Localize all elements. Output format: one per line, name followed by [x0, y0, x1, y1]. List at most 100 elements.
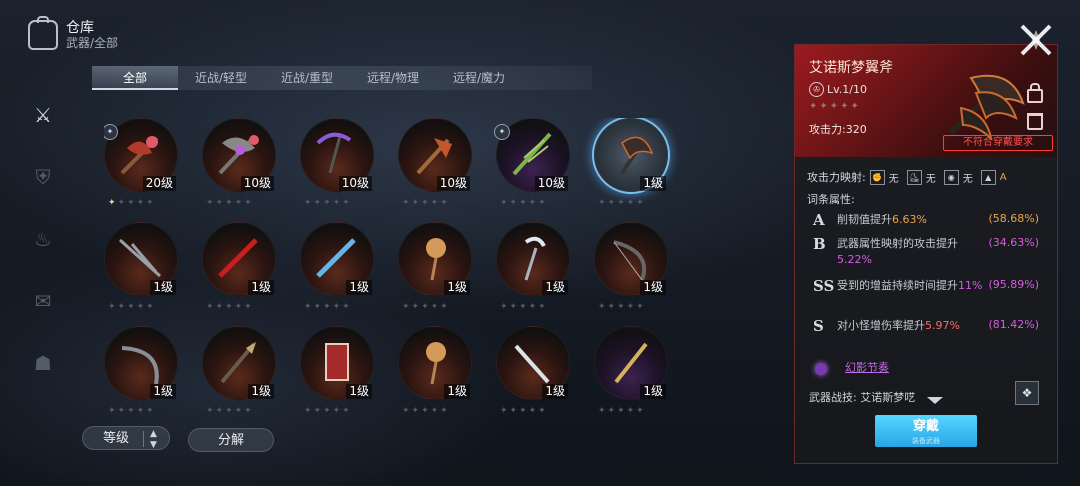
affix-text: 削韧值提升6.63%: [837, 212, 987, 228]
item-level: 1级: [444, 384, 470, 399]
inventory-item[interactable]: 1级 ✦✦✦✦✦: [398, 326, 474, 418]
bonus-badge-icon: ✦: [494, 124, 510, 140]
chevron-down-icon[interactable]: [927, 397, 943, 404]
weapon-icon: [316, 238, 356, 278]
mapping-value: A: [999, 171, 1007, 183]
item-stars: ✦✦✦✦✦: [304, 406, 352, 416]
dismantle-button[interactable]: 分解: [188, 428, 274, 452]
item-stars: ✦✦✦✦✦: [304, 302, 352, 312]
inventory-item[interactable]: 10级 ✦✦✦✦✦: [202, 118, 278, 218]
inventory-item[interactable]: 1级 ✦✦✦✦✦: [496, 326, 572, 418]
tab-2[interactable]: 近战/重型: [264, 66, 350, 90]
trash-icon[interactable]: [1027, 113, 1043, 130]
item-stars: ✦✦✦✦✦: [304, 198, 352, 208]
affix-text: 对小怪增伤率提升5.97%: [837, 318, 987, 334]
item-level: 1级: [640, 176, 666, 191]
affix-value: 5.22%: [837, 253, 872, 266]
scroll-icon[interactable]: ✉: [28, 286, 58, 316]
tab-4[interactable]: 远程/魔力: [436, 66, 522, 90]
weapon-icon: [118, 238, 162, 278]
item-name: 艾诺斯梦翼斧: [809, 60, 893, 76]
sort-arrows-icon[interactable]: ▲ ▼: [150, 427, 157, 451]
affix-grade: S: [813, 317, 824, 335]
hand-icon[interactable]: ☗: [28, 348, 58, 378]
inventory-item[interactable]: 1级 ✦✦✦✦✦: [300, 222, 376, 322]
item-level: Lv.1/10: [827, 83, 867, 96]
item-level: 1级: [444, 280, 470, 295]
item-stars: ✦✦✦✦✦: [108, 302, 156, 312]
inventory-item[interactable]: 1级 ✦✦✦✦✦: [202, 326, 278, 418]
item-level: 1级: [150, 280, 176, 295]
item-level: 1级: [542, 384, 568, 399]
affix-title: 词条属性:: [807, 193, 855, 206]
equip-button[interactable]: 穿戴 装备武器: [875, 415, 977, 447]
item-level: 1级: [640, 280, 666, 295]
inventory-item[interactable]: 1级 ✦✦✦✦✦: [594, 222, 670, 322]
tab-3[interactable]: 远程/物理: [350, 66, 436, 90]
affix-value: 5.97%: [925, 319, 960, 332]
item-level: 20级: [142, 176, 176, 191]
weapon-icon: [512, 132, 552, 176]
page-title: 仓库: [66, 20, 94, 36]
item-stars: ✦✦✦✦✦: [598, 406, 646, 416]
inventory-item[interactable]: 10级 ✦✦✦✦✦: [398, 118, 474, 218]
item-stars: ✦✦✦✦✦: [402, 198, 450, 208]
backpack-icon: [28, 16, 58, 50]
inventory-item[interactable]: 1级 ✦✦✦✦✦: [300, 326, 376, 418]
armor-icon[interactable]: ⛨: [28, 162, 58, 192]
boot-icon: ⛸: [906, 169, 922, 185]
close-icon[interactable]: [1018, 22, 1054, 58]
tab-0[interactable]: 全部: [92, 66, 178, 90]
affix-value: 11%: [958, 279, 983, 292]
item-level: 1级: [640, 384, 666, 399]
fist-icon: ✊: [869, 169, 885, 185]
weapon-icon: [316, 132, 352, 174]
affix-percent: (58.68%): [988, 212, 1039, 225]
affix-text: 武器属性映射的攻击提升 5.22%: [837, 236, 987, 268]
affix-percent: (34.63%): [988, 236, 1039, 249]
weapon-skill-icon[interactable]: ❖: [1015, 381, 1039, 405]
tab-1[interactable]: 近战/轻型: [178, 66, 264, 90]
item-detail-header: 艾诺斯梦翼斧 ✇ Lv.1/10 ✦✦✦✦✦ 攻击力:320 不符合穿戴要求: [795, 45, 1057, 157]
affix-percent: (81.42%): [988, 318, 1039, 331]
weapon-icon: [620, 136, 654, 175]
affix-desc: 对小怪增伤率提升: [837, 319, 925, 332]
sort-button[interactable]: 等级 ▲ ▼: [82, 426, 170, 450]
category-tabs: 全部 近战/轻型 近战/重型 远程/物理 远程/魔力: [92, 66, 592, 90]
item-detail-panel: 艾诺斯梦翼斧 ✇ Lv.1/10 ✦✦✦✦✦ 攻击力:320 不符合穿戴要求 攻…: [794, 44, 1058, 464]
weapon-icon[interactable]: ⚔: [28, 100, 58, 130]
inventory-item[interactable]: 1级 ✦✦✦✦✦: [202, 222, 278, 322]
affix-value: 6.63%: [892, 213, 927, 226]
inventory-item[interactable]: 1级 ✦✦✦✦✦: [594, 118, 670, 218]
weapon-icon: [121, 346, 159, 385]
affix-text: 受到的增益持续时间提升11%: [837, 278, 987, 294]
attack-mapping: 攻击力映射: ✊ 无 ⛸ 无 ◉ 无 ▲ A: [807, 169, 1011, 185]
weapon-icon: [426, 342, 446, 385]
weapon-icon: [524, 236, 546, 281]
item-portrait: [949, 74, 1025, 141]
phantom-rhythm-link[interactable]: 幻影节奏: [845, 359, 889, 375]
item-level: 1级: [542, 280, 568, 295]
inventory-item[interactable]: 1级 ✦✦✦✦✦: [104, 326, 180, 418]
item-stars: ✦✦✦✦✦: [500, 198, 548, 208]
inventory-item[interactable]: ✦ 20级 ✦✦✦✦✦: [104, 118, 180, 218]
level-icon: ✇: [809, 82, 824, 97]
inventory-item[interactable]: 1级 ✦✦✦✦✦: [594, 326, 670, 418]
item-stars: ✦✦✦✦✦: [598, 302, 646, 312]
inventory-item[interactable]: 10级 ✦✦✦✦✦: [300, 118, 376, 218]
item-level: 1级: [248, 280, 274, 295]
item-level: 1级: [346, 384, 372, 399]
inventory-item[interactable]: 1级 ✦✦✦✦✦: [398, 222, 474, 322]
item-level: 1级: [346, 280, 372, 295]
inventory-item[interactable]: 1级 ✦✦✦✦✦: [104, 222, 180, 322]
affix-grade: B: [813, 235, 826, 253]
lock-icon[interactable]: [1027, 83, 1043, 103]
item-stars: ✦✦✦✦✦: [108, 406, 156, 416]
fire-icon[interactable]: ♨: [28, 224, 58, 254]
inventory-item[interactable]: ✦ 10级 ✦✦✦✦✦: [494, 118, 572, 218]
breadcrumb: 武器/全部: [66, 36, 119, 50]
category-rail: ⚔ ⛨ ♨ ✉ ☗: [28, 100, 58, 410]
inventory-item[interactable]: 1级 ✦✦✦✦✦: [496, 222, 572, 322]
weapon-icon: [218, 238, 258, 278]
sort-label: 等级: [103, 431, 130, 446]
